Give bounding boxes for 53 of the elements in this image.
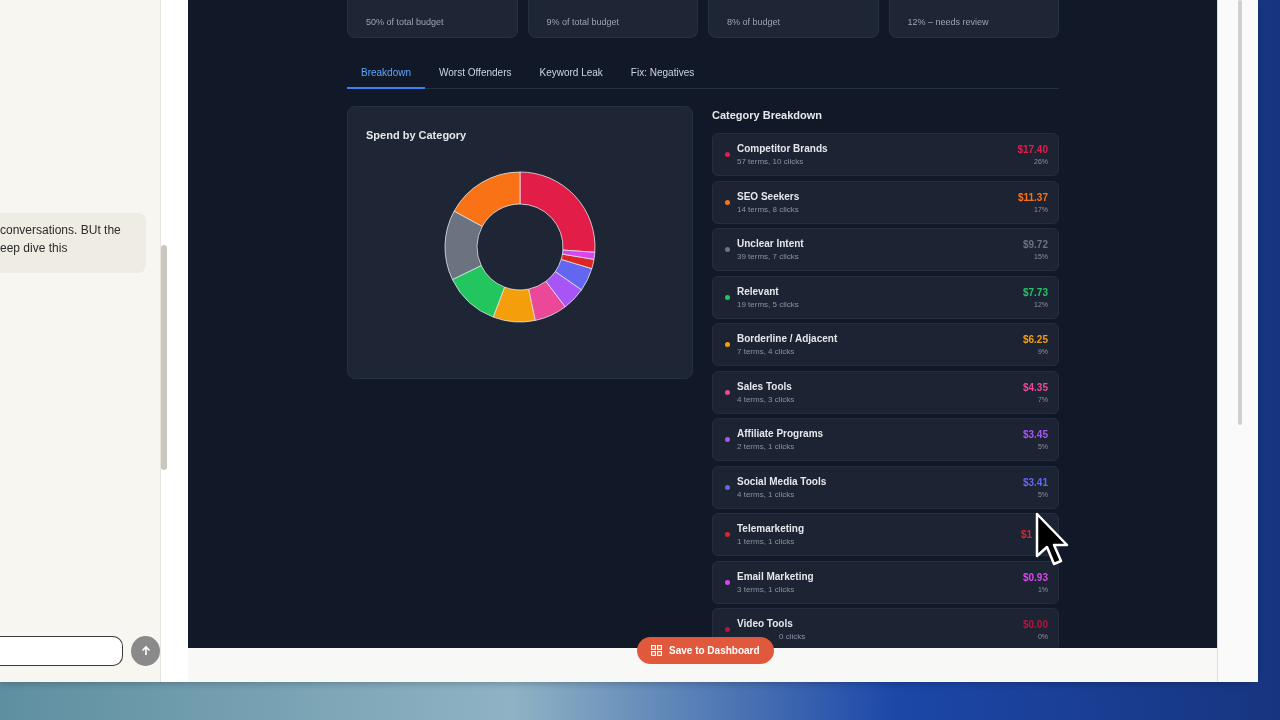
chart-title: Spend by Category	[366, 129, 468, 141]
category-amount: $4.35	[1022, 381, 1048, 393]
category-detail: 4 terms, 3 clicks	[737, 394, 796, 404]
section-title: Category Breakdown	[712, 109, 824, 121]
tab[interactable]: Breakdown	[347, 59, 426, 89]
category-detail: 14 terms, 8 clicks	[737, 204, 800, 214]
category-detail: 2 terms, 1 clicks	[737, 442, 796, 451]
scrollbar[interactable]	[161, 245, 167, 470]
send-button[interactable]	[131, 636, 160, 666]
category-amount: $6.25	[1022, 334, 1048, 345]
stat-caption: 8% of budget	[727, 17, 781, 27]
arrow-up-icon	[139, 645, 152, 657]
category-detail: 39 terms, 7 clicks	[737, 252, 800, 261]
category-name: Relevant	[737, 285, 780, 297]
category-name: Unclear Intent	[737, 238, 805, 249]
message-input[interactable]	[0, 636, 123, 666]
category-detail: 19 terms, 5 clicks	[737, 299, 800, 309]
category-name: Sales Tools	[737, 380, 793, 392]
category-amount: $7.73	[1022, 286, 1048, 298]
category-name: Affiliate Programs	[737, 428, 825, 439]
scrollbar[interactable]	[1238, 0, 1242, 425]
category-detail: 7 terms, 4 clicks	[737, 347, 796, 356]
category-detail: 0 clicks	[778, 632, 807, 641]
category-name: SEO Seekers	[737, 190, 801, 202]
category-detail: 57 terms, 10 clicks	[737, 157, 805, 166]
tab[interactable]: Worst Offenders	[425, 59, 526, 89]
category-name: Borderline / Adjacent	[737, 333, 839, 344]
category-amount: $9.72	[1022, 239, 1048, 250]
stat-caption: 9% of total budget	[546, 17, 620, 27]
category-amount: $3.45	[1022, 429, 1048, 440]
grid-icon	[651, 645, 662, 656]
cursor-icon	[1035, 512, 1071, 568]
category-name: Telemarketing	[737, 523, 806, 534]
category-name: Email Marketing	[737, 570, 815, 582]
category-amount: $3.41	[1022, 476, 1048, 488]
tab[interactable]: Keyword Leak	[525, 59, 617, 89]
category-amount: $0.93	[1022, 571, 1048, 583]
chat-message: conversations. BUt the eep dive this	[0, 213, 146, 273]
category-detail: 3 terms, 1 clicks	[737, 584, 796, 594]
category-name: Video Tools	[737, 618, 794, 629]
category-detail: 1 terms, 1 clicks	[737, 537, 796, 546]
tab[interactable]: Fix: Negatives	[616, 59, 709, 89]
category-amount: $1	[1020, 529, 1032, 540]
category-amount: $11.37	[1017, 191, 1048, 203]
stat-caption: 12% – needs review	[907, 17, 989, 27]
category-name: Competitor Brands	[737, 143, 829, 154]
category-row[interactable]: Telemarketing 1 terms, 1 clicks $1	[712, 513, 1059, 556]
category-name: Social Media Tools	[737, 475, 828, 487]
stat-caption: 50% of total budget	[366, 17, 444, 27]
category-amount: $17.40	[1017, 144, 1048, 155]
category-amount: $0.00	[1022, 619, 1048, 630]
category-detail: 4 terms, 1 clicks	[737, 489, 796, 499]
save-button[interactable]: Save to Dashboard	[637, 637, 774, 664]
